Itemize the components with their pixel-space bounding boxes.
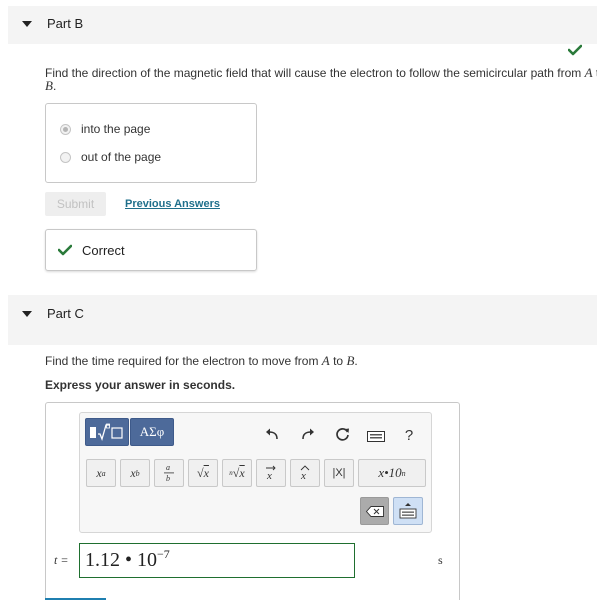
answer-options-box: into the page out of the page [45, 103, 257, 183]
feedback-correct-box: Correct [45, 229, 257, 271]
unit-label: s [438, 553, 443, 567]
option-into-page[interactable]: into the page [60, 120, 150, 138]
part-c-instruction: Express your answer in seconds. [45, 378, 236, 392]
keyboard-icon[interactable] [367, 430, 385, 442]
part-c-header[interactable]: Part C [8, 295, 597, 345]
part-c-title: Part C [47, 306, 84, 321]
check-icon [568, 44, 582, 56]
answer-exponent: −7 [157, 547, 170, 561]
radio-into-page[interactable] [60, 123, 71, 135]
unit-vector-icon: x [300, 465, 310, 482]
svg-text:x: x [300, 470, 306, 482]
collapse-triangle-icon[interactable] [22, 21, 32, 27]
point-b: B [45, 78, 53, 93]
greek-symbols-button[interactable]: ΑΣφ [130, 418, 174, 446]
vector-icon: x [266, 465, 276, 482]
svg-text:b: b [166, 474, 170, 483]
part-b-header[interactable]: Part B [8, 6, 597, 44]
radio-out-of-page[interactable] [60, 151, 71, 163]
subscript-button[interactable]: xb [120, 459, 150, 487]
collapse-triangle-icon[interactable] [22, 311, 32, 317]
absolute-value-button[interactable]: |X| [324, 459, 354, 487]
keyboard-toggle-button[interactable] [393, 497, 423, 525]
part-b-title: Part B [47, 16, 84, 31]
part-b-question: Find the direction of the magnetic field… [45, 66, 597, 80]
answer-input[interactable]: 1.12 • 10 −7 [79, 543, 355, 578]
templates-button[interactable] [85, 418, 129, 446]
part-c-question: Find the time required for the electron … [45, 353, 358, 369]
reset-icon[interactable] [334, 426, 350, 442]
previous-answers-link[interactable]: Previous Answers [125, 198, 220, 210]
sqrt-button[interactable]: √ x [188, 459, 218, 487]
backspace-icon [365, 505, 384, 517]
svg-text:a: a [166, 463, 170, 472]
fraction-button[interactable]: ab [154, 459, 184, 487]
point-a: A [584, 66, 593, 80]
superscript-button[interactable]: xa [86, 459, 116, 487]
vector-button[interactable]: x [256, 459, 286, 487]
answer-mantissa: 1.12 • 10 [85, 549, 158, 571]
help-button[interactable]: ? [402, 426, 416, 444]
svg-text:x: x [266, 470, 272, 482]
variable-label: t = [54, 553, 69, 567]
undo-icon[interactable] [264, 426, 280, 442]
check-icon [58, 244, 72, 256]
option-out-of-page[interactable]: out of the page [60, 148, 161, 166]
submit-button[interactable]: Submit [45, 192, 106, 216]
unit-vector-button[interactable]: x [290, 459, 320, 487]
fraction-icon: ab [164, 463, 174, 483]
scientific-notation-button[interactable]: x•10 n [358, 459, 426, 487]
nth-root-button[interactable]: n √ x [222, 459, 252, 487]
part-b-question-line2: B. [45, 78, 57, 94]
feedback-text: Correct [82, 242, 125, 258]
point-a: A [321, 353, 330, 368]
templates-icon [90, 423, 123, 442]
keyboard-up-icon [399, 503, 417, 519]
delete-button[interactable] [360, 497, 389, 525]
redo-icon[interactable] [300, 426, 316, 442]
